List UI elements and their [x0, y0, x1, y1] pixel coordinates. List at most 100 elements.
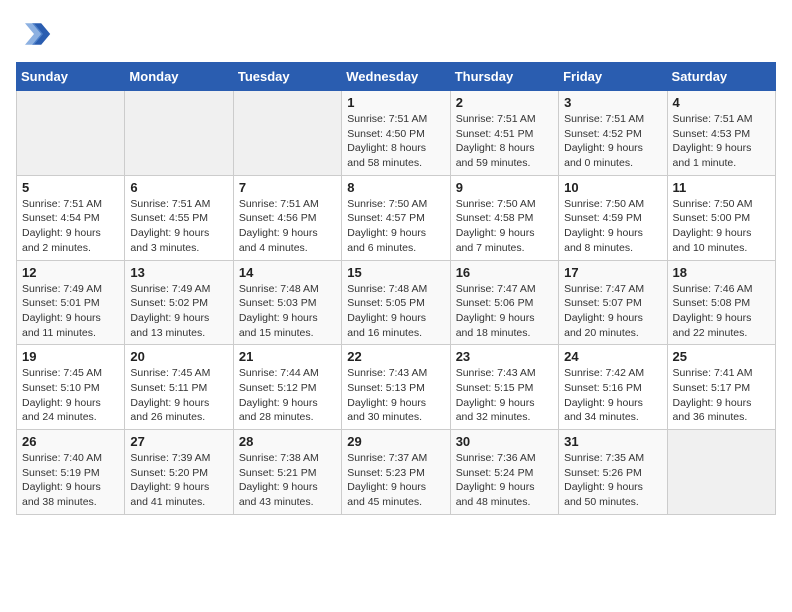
day-number: 7 — [239, 180, 336, 195]
day-number: 4 — [673, 95, 770, 110]
day-info: Sunrise: 7:51 AM Sunset: 4:50 PM Dayligh… — [347, 112, 444, 171]
day-number: 5 — [22, 180, 119, 195]
day-info: Sunrise: 7:51 AM Sunset: 4:54 PM Dayligh… — [22, 197, 119, 256]
calendar-cell: 14Sunrise: 7:48 AM Sunset: 5:03 PM Dayli… — [233, 260, 341, 345]
calendar-cell — [17, 91, 125, 176]
day-info: Sunrise: 7:50 AM Sunset: 5:00 PM Dayligh… — [673, 197, 770, 256]
calendar-table: SundayMondayTuesdayWednesdayThursdayFrid… — [16, 62, 776, 515]
calendar-cell: 17 Sunrise: 7:47 AM Sunset: 5:07 PM Dayli… — [559, 260, 667, 345]
day-number: 11 — [673, 180, 770, 195]
day-info: Sunrise: 7:51 AM Sunset: 4:53 PM Dayligh… — [673, 112, 770, 171]
calendar-cell — [233, 91, 341, 176]
calendar-week-row: 5 Sunrise: 7:51 AM Sunset: 4:54 PM Daylig… — [17, 175, 776, 260]
day-number: 26 — [22, 434, 119, 449]
day-info: Sunrise: 7:50 AM Sunset: 4:59 PM Dayligh… — [564, 197, 661, 256]
day-number: 18 — [673, 265, 770, 280]
calendar-cell: 19 Sunrise: 7:45 AM Sunset: 5:10 PM Dayli… — [17, 345, 125, 430]
day-info: Sunrise: 7:36 AM Sunset: 5:24 PM Dayligh… — [456, 451, 553, 510]
day-info: Sunrise: 7:46 AM Sunset: 5:08 PM Dayligh… — [673, 282, 770, 341]
calendar-cell: 30 Sunrise: 7:36 AM Sunset: 5:24 PM Dayli… — [450, 430, 558, 515]
calendar-cell: 18 Sunrise: 7:46 AM Sunset: 5:08 PM Dayli… — [667, 260, 775, 345]
day-info: Sunrise: 7:51 AM Sunset: 4:51 PM Dayligh… — [456, 112, 553, 171]
calendar-cell: 28 Sunrise: 7:38 AM Sunset: 5:21 PM Dayli… — [233, 430, 341, 515]
calendar-cell: 13 Sunrise: 7:49 AM Sunset: 5:02 PM Dayli… — [125, 260, 233, 345]
day-info: Sunrise: 7:35 AM Sunset: 5:26 PM Dayligh… — [564, 451, 661, 510]
calendar-cell: 22 Sunrise: 7:43 AM Sunset: 5:13 PM Dayli… — [342, 345, 450, 430]
calendar-cell: 23 Sunrise: 7:43 AM Sunset: 5:15 PM Dayli… — [450, 345, 558, 430]
calendar-cell: 15Sunrise: 7:48 AM Sunset: 5:05 PM Dayli… — [342, 260, 450, 345]
day-info: Sunrise: 7:43 AM Sunset: 5:15 PM Dayligh… — [456, 366, 553, 425]
calendar-cell — [125, 91, 233, 176]
calendar-cell: 11 Sunrise: 7:50 AM Sunset: 5:00 PM Dayli… — [667, 175, 775, 260]
column-header-sunday: Sunday — [17, 63, 125, 91]
calendar-cell: 26 Sunrise: 7:40 AM Sunset: 5:19 PM Dayli… — [17, 430, 125, 515]
calendar-cell: 29Sunrise: 7:37 AM Sunset: 5:23 PM Dayli… — [342, 430, 450, 515]
day-number: 17 — [564, 265, 661, 280]
calendar-cell: 2 Sunrise: 7:51 AM Sunset: 4:51 PM Daylig… — [450, 91, 558, 176]
calendar-cell: 12 Sunrise: 7:49 AM Sunset: 5:01 PM Dayli… — [17, 260, 125, 345]
day-number: 6 — [130, 180, 227, 195]
day-number: 15 — [347, 265, 444, 280]
calendar-cell: 27Sunrise: 7:39 AM Sunset: 5:20 PM Dayli… — [125, 430, 233, 515]
calendar-week-row: 12 Sunrise: 7:49 AM Sunset: 5:01 PM Dayli… — [17, 260, 776, 345]
day-number: 30 — [456, 434, 553, 449]
calendar-header-row: SundayMondayTuesdayWednesdayThursdayFrid… — [17, 63, 776, 91]
day-number: 8 — [347, 180, 444, 195]
day-info: Sunrise: 7:49 AM Sunset: 5:01 PM Dayligh… — [22, 282, 119, 341]
calendar-cell: 9 Sunrise: 7:50 AM Sunset: 4:58 PM Daylig… — [450, 175, 558, 260]
day-number: 12 — [22, 265, 119, 280]
calendar-cell: 4 Sunrise: 7:51 AM Sunset: 4:53 PM Daylig… — [667, 91, 775, 176]
day-info: Sunrise: 7:45 AM Sunset: 5:10 PM Dayligh… — [22, 366, 119, 425]
day-info: Sunrise: 7:49 AM Sunset: 5:02 PM Dayligh… — [130, 282, 227, 341]
day-number: 13 — [130, 265, 227, 280]
day-number: 24 — [564, 349, 661, 364]
calendar-cell: 21 Sunrise: 7:44 AM Sunset: 5:12 PM Dayli… — [233, 345, 341, 430]
calendar-cell: 24 Sunrise: 7:42 AM Sunset: 5:16 PM Dayli… — [559, 345, 667, 430]
calendar-week-row: 19 Sunrise: 7:45 AM Sunset: 5:10 PM Dayli… — [17, 345, 776, 430]
day-number: 19 — [22, 349, 119, 364]
day-info: Sunrise: 7:50 AM Sunset: 4:57 PM Dayligh… — [347, 197, 444, 256]
day-info: Sunrise: 7:51 AM Sunset: 4:52 PM Dayligh… — [564, 112, 661, 171]
column-header-friday: Friday — [559, 63, 667, 91]
day-info: Sunrise: 7:42 AM Sunset: 5:16 PM Dayligh… — [564, 366, 661, 425]
calendar-cell: 10 Sunrise: 7:50 AM Sunset: 4:59 PM Dayli… — [559, 175, 667, 260]
column-header-wednesday: Wednesday — [342, 63, 450, 91]
day-info: Sunrise: 7:47 AM Sunset: 5:07 PM Dayligh… — [564, 282, 661, 341]
day-number: 28 — [239, 434, 336, 449]
day-number: 27 — [130, 434, 227, 449]
day-info: Sunrise: 7:38 AM Sunset: 5:21 PM Dayligh… — [239, 451, 336, 510]
day-number: 9 — [456, 180, 553, 195]
column-header-saturday: Saturday — [667, 63, 775, 91]
calendar-week-row: 1 Sunrise: 7:51 AM Sunset: 4:50 PM Daylig… — [17, 91, 776, 176]
calendar-cell: 20Sunrise: 7:45 AM Sunset: 5:11 PM Dayli… — [125, 345, 233, 430]
calendar-cell: 3 Sunrise: 7:51 AM Sunset: 4:52 PM Daylig… — [559, 91, 667, 176]
day-number: 10 — [564, 180, 661, 195]
calendar-cell: 16Sunrise: 7:47 AM Sunset: 5:06 PM Dayli… — [450, 260, 558, 345]
day-info: Sunrise: 7:43 AM Sunset: 5:13 PM Dayligh… — [347, 366, 444, 425]
calendar-cell: 6Sunrise: 7:51 AM Sunset: 4:55 PM Daylig… — [125, 175, 233, 260]
day-info: Sunrise: 7:41 AM Sunset: 5:17 PM Dayligh… — [673, 366, 770, 425]
day-number: 29 — [347, 434, 444, 449]
column-header-monday: Monday — [125, 63, 233, 91]
day-info: Sunrise: 7:40 AM Sunset: 5:19 PM Dayligh… — [22, 451, 119, 510]
day-number: 21 — [239, 349, 336, 364]
day-info: Sunrise: 7:50 AM Sunset: 4:58 PM Dayligh… — [456, 197, 553, 256]
day-number: 23 — [456, 349, 553, 364]
logo — [16, 16, 56, 52]
day-number: 25 — [673, 349, 770, 364]
day-number: 3 — [564, 95, 661, 110]
page-header — [16, 16, 776, 52]
logo-icon — [16, 16, 52, 52]
calendar-cell: 8 Sunrise: 7:50 AM Sunset: 4:57 PM Daylig… — [342, 175, 450, 260]
day-info: Sunrise: 7:51 AM Sunset: 4:56 PM Dayligh… — [239, 197, 336, 256]
day-info: Sunrise: 7:48 AM Sunset: 5:03 PM Dayligh… — [239, 282, 336, 341]
day-number: 2 — [456, 95, 553, 110]
day-info: Sunrise: 7:44 AM Sunset: 5:12 PM Dayligh… — [239, 366, 336, 425]
calendar-week-row: 26 Sunrise: 7:40 AM Sunset: 5:19 PM Dayli… — [17, 430, 776, 515]
column-header-thursday: Thursday — [450, 63, 558, 91]
day-number: 1 — [347, 95, 444, 110]
day-number: 22 — [347, 349, 444, 364]
day-number: 31 — [564, 434, 661, 449]
calendar-cell: 7 Sunrise: 7:51 AM Sunset: 4:56 PM Daylig… — [233, 175, 341, 260]
calendar-cell — [667, 430, 775, 515]
